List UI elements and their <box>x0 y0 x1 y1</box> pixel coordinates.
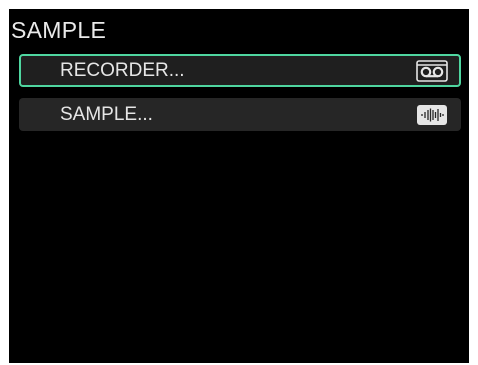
menu-item-recorder[interactable]: RECORDER... <box>19 54 461 87</box>
page-title: SAMPLE <box>11 17 107 43</box>
menu-item-sample[interactable]: SAMPLE... <box>19 98 461 131</box>
cassette-icon <box>416 59 448 82</box>
waveform-icon <box>417 104 447 125</box>
menu-item-label: SAMPLE... <box>60 103 153 125</box>
menu-item-label: RECORDER... <box>60 59 185 81</box>
device-screen: SAMPLE RECORDER... SAMPLE... <box>9 9 469 363</box>
